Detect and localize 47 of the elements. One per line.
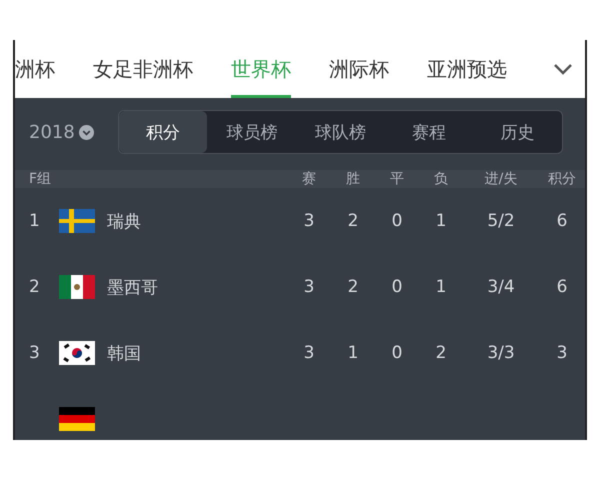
competition-tab[interactable]: 洲际杯	[329, 40, 389, 98]
rank: 3	[29, 343, 41, 363]
table-cell-text: 1	[346, 343, 360, 363]
table-cell-text: 3	[302, 343, 316, 363]
column-header: 胜	[345, 170, 361, 188]
view-tab[interactable]: 球队榜	[296, 111, 385, 153]
team-name: 瑞典	[107, 210, 141, 232]
view-tab[interactable]: 积分	[118, 111, 208, 153]
table-cell-text: 2	[346, 211, 360, 231]
table-cell-text: 1	[434, 277, 448, 297]
table-cell-text: 5/2	[486, 211, 516, 231]
team-name: 韩国	[107, 342, 141, 364]
table-cell-text: 3	[302, 277, 316, 297]
table-cell-text: 0	[390, 277, 404, 297]
rank: 1	[29, 211, 41, 231]
flag-icon	[59, 275, 95, 299]
dropdown-icon[interactable]	[78, 124, 94, 140]
chevron-down-icon[interactable]	[553, 63, 573, 75]
table-cell-text: 6	[556, 277, 568, 297]
table-cell-text: 3	[302, 211, 316, 231]
table-cell-text: 3/4	[486, 277, 516, 297]
flag-icon	[59, 209, 95, 233]
flag-icon	[59, 341, 95, 365]
group-label: F组	[29, 170, 52, 188]
view-tab[interactable]: 赛程	[384, 111, 474, 153]
view-tab[interactable]: 球员榜	[207, 111, 296, 153]
table-cell-text: 6	[556, 211, 568, 231]
column-header: 平	[389, 170, 405, 188]
table-cell-text: 2	[434, 343, 448, 363]
view-tab[interactable]: 历史	[473, 111, 562, 153]
competition-tab[interactable]: 洲杯	[15, 40, 55, 98]
table-cell-text: 3/3	[486, 343, 516, 363]
column-header: 负	[433, 170, 449, 188]
column-header: 赛	[301, 170, 317, 188]
table-cell-text: 1	[434, 211, 448, 231]
table-cell-text: 0	[390, 343, 404, 363]
table-cell-text: 0	[390, 211, 404, 231]
competition-tab[interactable]: 亚洲预选	[427, 40, 507, 98]
team-name: 墨西哥	[107, 276, 158, 298]
column-header: 积分	[547, 170, 577, 188]
table-cell-text: 2	[346, 277, 360, 297]
season-selector[interactable]: 2018	[29, 122, 75, 142]
column-header: 进/失	[484, 170, 518, 188]
rank: 2	[29, 277, 41, 297]
flag-icon	[59, 407, 95, 431]
table-cell-text: 3	[556, 343, 568, 363]
competition-tab[interactable]: 女足非洲杯	[93, 40, 193, 98]
